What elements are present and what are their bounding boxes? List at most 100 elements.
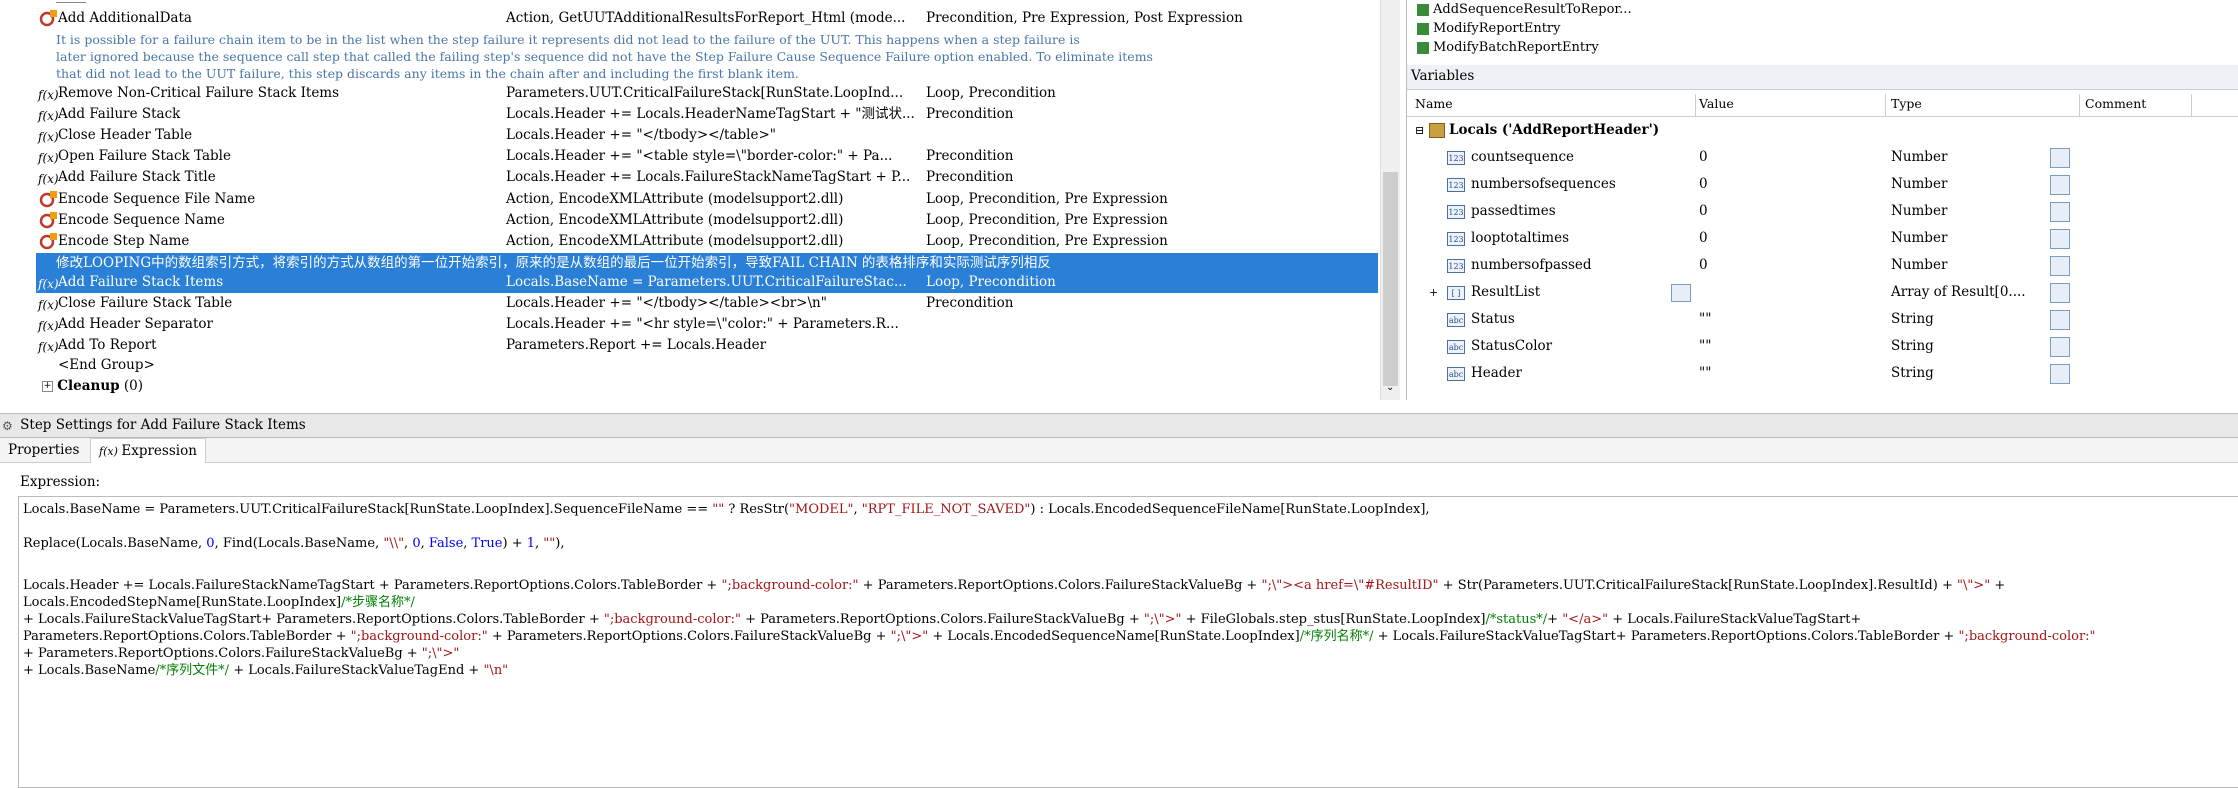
sequence-icon bbox=[1417, 3, 1429, 16]
variable-edit-button[interactable] bbox=[2050, 202, 2070, 222]
expand-icon[interactable]: + bbox=[1429, 279, 1438, 306]
expression-line: Parameters.ReportOptions.Colors.TableBor… bbox=[23, 629, 2096, 644]
variable-edit-button[interactable] bbox=[2050, 256, 2070, 276]
variable-name: looptotaltimes bbox=[1471, 230, 1570, 246]
step-row[interactable]: Encode Sequence File Name Action, Encode… bbox=[36, 189, 1378, 210]
variable-name: numbersofpassed bbox=[1471, 257, 1592, 273]
column-header-value[interactable]: Value bbox=[1699, 96, 1734, 111]
step-name: Add Header Separator bbox=[58, 316, 213, 332]
expand-icon[interactable]: + bbox=[42, 381, 53, 392]
variable-edit-button[interactable] bbox=[2050, 337, 2070, 357]
step-settings: Precondition, Pre Expression, Post Expre… bbox=[926, 10, 1243, 26]
step-row[interactable]: f(x) Open Failure Stack Table Locals.Hea… bbox=[36, 146, 1378, 167]
step-description: Parameters.Report += Locals.Header bbox=[506, 337, 767, 353]
sequence-item[interactable]: ModifyBatchReportEntry bbox=[1417, 38, 1632, 57]
step-row[interactable]: Encode Sequence Name Action, EncodeXMLAt… bbox=[36, 210, 1378, 231]
variables-root-row[interactable]: ⊟ Locals ('AddReportHeader') bbox=[1407, 117, 2238, 144]
sequence-item[interactable]: AddSequenceResultToRepor... bbox=[1417, 0, 1632, 19]
tab-properties[interactable]: Properties bbox=[0, 438, 87, 462]
variables-pane: AddSequenceResultToRepor... ModifyReport… bbox=[1406, 0, 2238, 400]
step-row[interactable]: f(x) Close Failure Stack Table Locals.He… bbox=[36, 293, 1378, 314]
step-row[interactable]: f(x) Remove Non-Critical Failure Stack I… bbox=[36, 83, 1378, 104]
cleanup-group[interactable]: + Cleanup (0) bbox=[42, 378, 143, 394]
expression-line: Locals.Header += Locals.FailureStackName… bbox=[23, 578, 2006, 593]
action-step-icon bbox=[39, 212, 57, 229]
step-name: Add To Report bbox=[58, 337, 157, 353]
step-description: Locals.Header += Locals.FailureStackName… bbox=[506, 169, 911, 185]
step-settings: Precondition bbox=[926, 106, 1014, 122]
variable-row[interactable]: 123 numbersofsequences 0 Number bbox=[1407, 171, 2238, 198]
steps-pane: Add AdditionalData Action, GetUUTAdditio… bbox=[0, 0, 1402, 400]
variable-row[interactable]: 123 looptotaltimes 0 Number bbox=[1407, 225, 2238, 252]
variable-edit-button[interactable] bbox=[2050, 364, 2070, 384]
variable-edit-button[interactable] bbox=[2050, 283, 2070, 303]
variable-edit-button[interactable] bbox=[2050, 175, 2070, 195]
variable-type: Number bbox=[1891, 176, 1948, 192]
expression-tab-icon: f(x) bbox=[99, 445, 122, 458]
variable-type: Number bbox=[1891, 257, 1948, 273]
tab-expression[interactable]: f(x) Expression bbox=[90, 438, 206, 463]
column-header-type[interactable]: Type bbox=[1891, 96, 1922, 111]
step-row[interactable]: f(x) Add Header Separator Locals.Header … bbox=[36, 314, 1378, 335]
scroll-down-icon[interactable]: ⌄ bbox=[1386, 382, 1394, 393]
variable-row[interactable]: 123 numbersofpassed 0 Number bbox=[1407, 252, 2238, 279]
step-comment-line: that did not lead to the UUT failure, th… bbox=[56, 66, 799, 81]
variable-value: "" bbox=[1699, 311, 1712, 327]
step-row[interactable]: f(x) Add Failure Stack Locals.Header += … bbox=[36, 104, 1378, 125]
step-row-selected[interactable]: f(x) Add Failure Stack Items Locals.Base… bbox=[36, 272, 1378, 293]
step-description: Locals.Header += "</tbody></table>" bbox=[506, 127, 776, 143]
column-header-name[interactable]: Name bbox=[1415, 96, 1453, 111]
step-name: Close Failure Stack Table bbox=[58, 295, 233, 311]
scrollbar-thumb[interactable] bbox=[1383, 172, 1398, 386]
sequence-icon bbox=[1417, 41, 1429, 54]
step-row[interactable]: Add AdditionalData Action, GetUUTAdditio… bbox=[36, 8, 1378, 29]
variable-edit-button[interactable] bbox=[2050, 148, 2070, 168]
variable-row[interactable]: 123 countsequence 0 Number bbox=[1407, 144, 2238, 171]
variable-name: Header bbox=[1471, 365, 1522, 381]
variable-type: String bbox=[1891, 365, 1934, 381]
step-description: Action, GetUUTAdditionalResultsForReport… bbox=[506, 10, 906, 26]
sequence-item[interactable]: ModifyReportEntry bbox=[1417, 19, 1632, 38]
step-description: Action, EncodeXMLAttribute (modelsupport… bbox=[506, 233, 844, 249]
expression-step-icon: f(x) bbox=[38, 172, 59, 186]
expression-line: Locals.EncodedStepName[RunState.LoopInde… bbox=[23, 595, 415, 610]
step-description: Parameters.UUT.CriticalFailureStack[RunS… bbox=[506, 85, 904, 101]
variable-edit-button[interactable] bbox=[2050, 229, 2070, 249]
step-row[interactable]: f(x) Add To Report Parameters.Report += … bbox=[36, 335, 1378, 356]
array-type-icon: [ ] bbox=[1447, 286, 1465, 300]
step-row[interactable]: f(x) Close Header Table Locals.Header +=… bbox=[36, 125, 1378, 146]
variable-row[interactable]: abc Header "" String bbox=[1407, 360, 2238, 387]
variable-row[interactable]: 123 passedtimes 0 Number bbox=[1407, 198, 2238, 225]
number-type-icon: 123 bbox=[1447, 151, 1465, 165]
variable-value: 0 bbox=[1699, 203, 1708, 219]
step-row[interactable]: Encode Step Name Action, EncodeXMLAttrib… bbox=[36, 231, 1378, 252]
expression-line: + Locals.FailureStackValueTagStart+ Para… bbox=[23, 612, 1862, 627]
variable-row[interactable]: abc Status "" String bbox=[1407, 306, 2238, 333]
expression-line: + Locals.BaseName/*序列文件*/ + Locals.Failu… bbox=[23, 663, 509, 678]
action-step-icon bbox=[39, 191, 57, 208]
variables-title: Variables bbox=[1411, 68, 1475, 84]
expression-step-icon: f(x) bbox=[38, 130, 59, 144]
step-row[interactable]: f(x) Add Failure Stack Title Locals.Head… bbox=[36, 167, 1378, 188]
step-name: Remove Non-Critical Failure Stack Items bbox=[58, 85, 340, 101]
string-type-icon: abc bbox=[1447, 313, 1465, 327]
variable-row[interactable]: + [ ] ResultList Array of Result[0.... bbox=[1407, 279, 2238, 306]
expression-editor[interactable]: Locals.BaseName = Parameters.UUT.Critica… bbox=[18, 496, 2238, 788]
step-name: Encode Sequence File Name bbox=[58, 191, 256, 207]
variable-value: "" bbox=[1699, 365, 1712, 381]
expression-step-icon: f(x) bbox=[38, 88, 59, 102]
variable-row[interactable]: abc StatusColor "" String bbox=[1407, 333, 2238, 360]
number-type-icon: 123 bbox=[1447, 259, 1465, 273]
cleanup-label: Cleanup bbox=[57, 378, 120, 394]
array-view-button[interactable] bbox=[1671, 284, 1691, 302]
variable-edit-button[interactable] bbox=[2050, 310, 2070, 330]
collapse-icon[interactable]: ⊟ bbox=[1415, 117, 1424, 144]
number-type-icon: 123 bbox=[1447, 178, 1465, 192]
string-type-icon: abc bbox=[1447, 340, 1465, 354]
cleanup-count: (0) bbox=[123, 378, 143, 394]
step-name: Encode Sequence Name bbox=[58, 212, 225, 228]
expression-step-icon: f(x) bbox=[38, 277, 59, 291]
column-header-comment[interactable]: Comment bbox=[2085, 96, 2146, 111]
steps-scrollbar[interactable]: ⌄ bbox=[1380, 0, 1400, 400]
partial-top-row bbox=[56, 0, 86, 3]
